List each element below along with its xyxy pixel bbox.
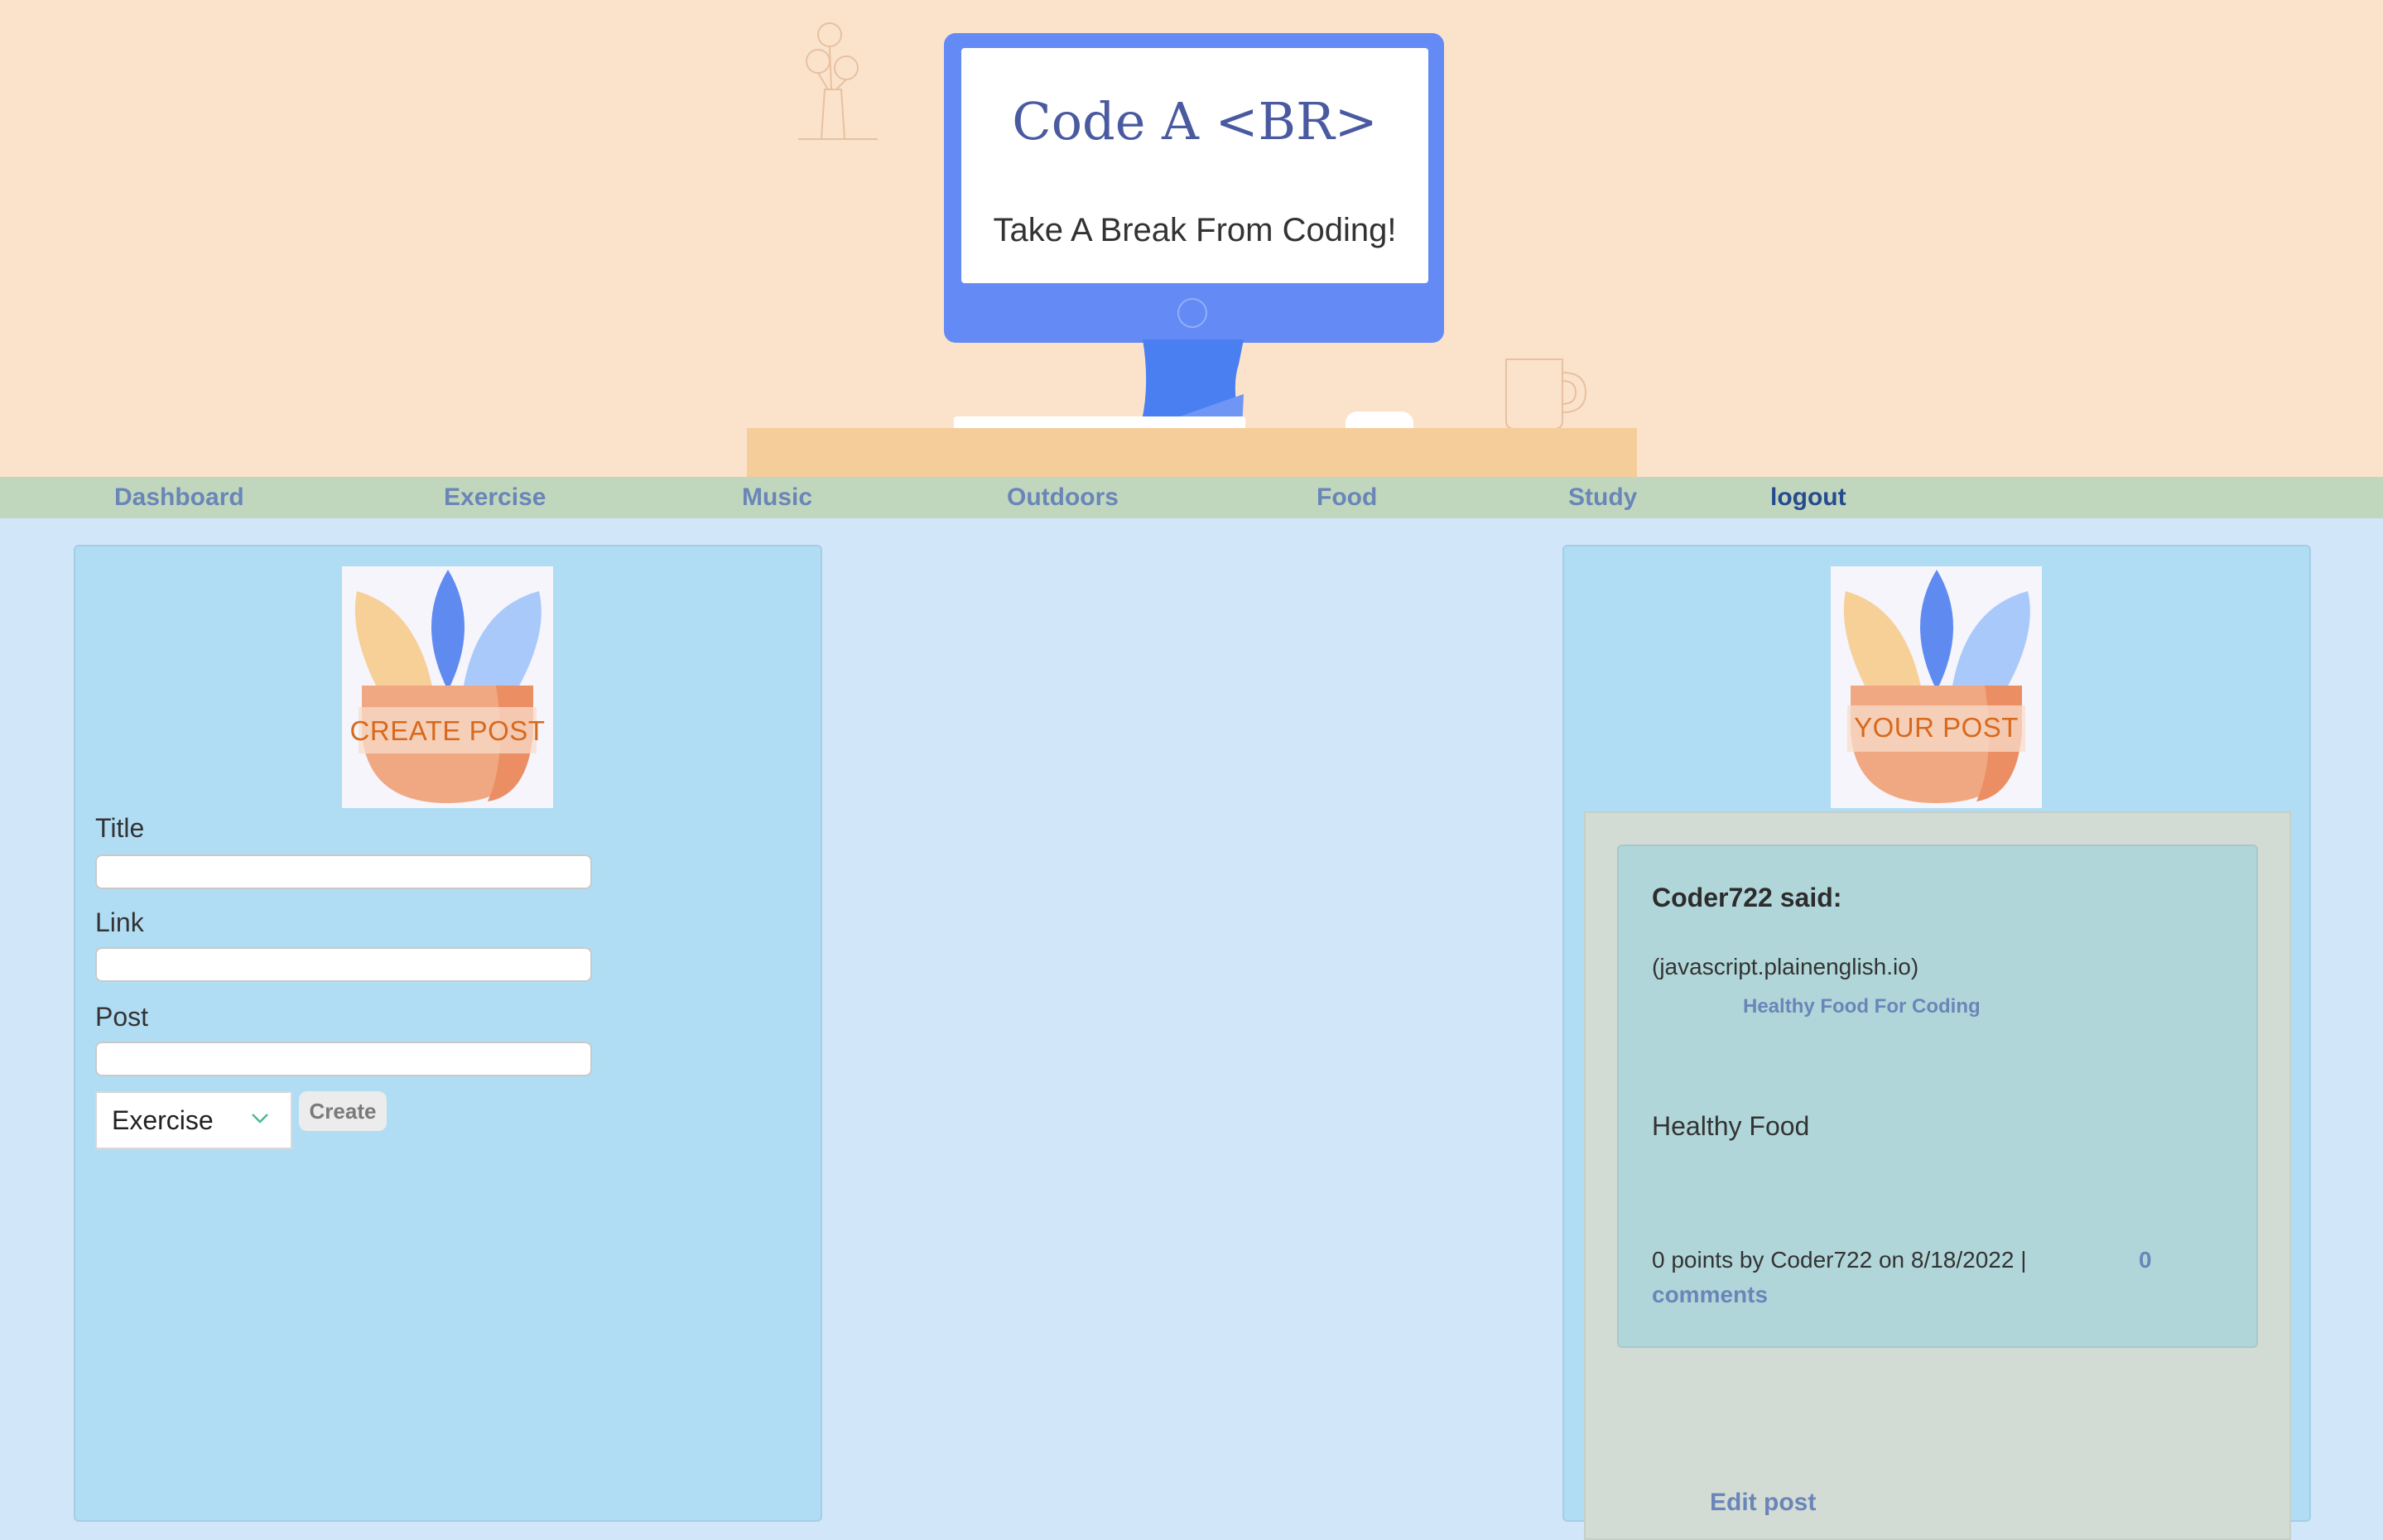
- nav-music[interactable]: Music: [742, 477, 812, 518]
- site-tagline: Take A Break From Coding!: [993, 212, 1397, 248]
- monitor-screen: Code A <BR> Take A Break From Coding!: [961, 48, 1428, 283]
- post-title-link[interactable]: Healthy Food For Coding: [1743, 995, 1981, 1018]
- post-source-domain: (javascript.plainenglish.io): [1652, 954, 1919, 979]
- create-post-panel: CREATE POST Title Link Post Exercise Cre…: [74, 545, 822, 1522]
- your-post-badge-label: YOUR POST: [1854, 712, 2019, 743]
- title-input[interactable]: [95, 854, 592, 889]
- posts-list: Coder722 said: (javascript.plainenglish.…: [1584, 811, 2291, 1540]
- link-input[interactable]: [95, 947, 592, 982]
- link-label: Link: [95, 907, 144, 937]
- edit-post-link[interactable]: Edit post: [1710, 1489, 1816, 1517]
- monitor-illustration: Code A <BR> Take A Break From Coding!: [944, 33, 1444, 343]
- flower-vase-illustration: [798, 22, 878, 140]
- keyboard-illustration: [954, 416, 1245, 428]
- main-nav: Dashboard Exercise Music Outdoors Food S…: [0, 477, 2383, 518]
- category-select[interactable]: Exercise: [95, 1091, 292, 1149]
- plant-pot-icon: [354, 570, 542, 803]
- monitor-power-icon: [1177, 298, 1207, 328]
- post-label: Post: [95, 1002, 149, 1032]
- your-post-badge: YOUR POST: [1831, 566, 2042, 808]
- comments-link[interactable]: comments: [1652, 1282, 1768, 1308]
- coffee-mug-illustration: [1505, 359, 1587, 430]
- post-author: Coder722 said:: [1652, 883, 1842, 912]
- nav-study[interactable]: Study: [1568, 477, 1637, 518]
- chevron-down-icon: [252, 1114, 268, 1124]
- comments-count-link[interactable]: 0: [2139, 1247, 2152, 1273]
- site-title: Code A <BR>: [1012, 91, 1378, 152]
- hero-header: Code A <BR> Take A Break From Coding!: [0, 0, 2383, 477]
- nav-logout[interactable]: logout: [1770, 477, 1846, 518]
- post-meta: 0 points by Coder722 on 8/18/2022 |: [1652, 1247, 2027, 1273]
- title-label: Title: [95, 813, 145, 843]
- your-post-panel: YOUR POST Coder722 said: (javascript.pla…: [1562, 545, 2311, 1540]
- post-card: Coder722 said: (javascript.plainenglish.…: [1617, 845, 2258, 1348]
- mouse-illustration: [1346, 411, 1413, 428]
- nav-outdoors[interactable]: Outdoors: [1007, 477, 1119, 518]
- category-select-value: Exercise: [112, 1105, 214, 1135]
- create-post-badge-label: CREATE POST: [349, 715, 546, 746]
- create-post-badge: CREATE POST: [342, 566, 553, 808]
- plant-pot-icon: [1843, 570, 2030, 803]
- create-button[interactable]: Create: [299, 1091, 387, 1131]
- desk-illustration: [747, 428, 1637, 477]
- nav-food[interactable]: Food: [1317, 477, 1377, 518]
- nav-dashboard[interactable]: Dashboard: [114, 477, 244, 518]
- nav-exercise[interactable]: Exercise: [444, 477, 546, 518]
- post-body: Healthy Food: [1652, 1111, 1810, 1141]
- post-input[interactable]: [95, 1042, 592, 1076]
